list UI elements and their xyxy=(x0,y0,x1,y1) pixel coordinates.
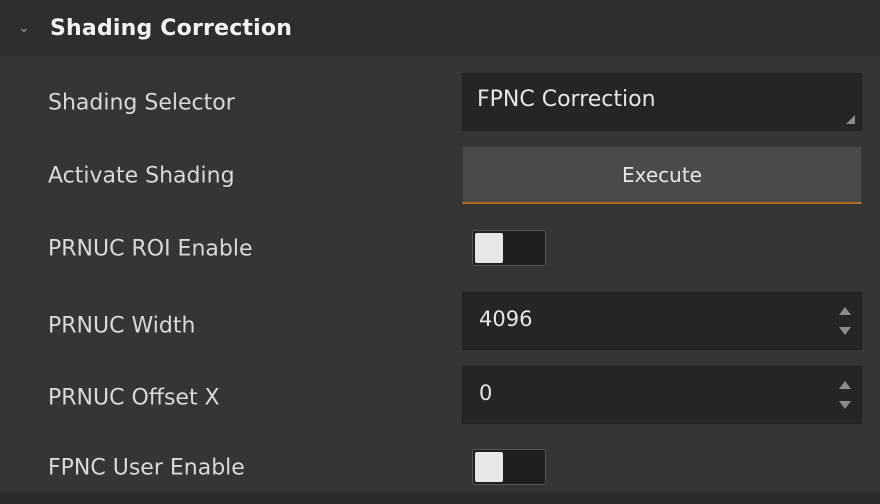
spin-up-icon[interactable] xyxy=(839,381,851,389)
activate-shading-label: Activate Shading xyxy=(48,163,235,188)
row-fpnc-user-enable: FPNC User Enable xyxy=(0,431,880,504)
toggle-knob xyxy=(475,452,503,482)
prnuc-offset-x-value: 0 xyxy=(479,381,493,405)
fpnc-user-enable-toggle[interactable] xyxy=(472,449,546,485)
spin-down-icon[interactable] xyxy=(839,401,851,409)
prnuc-width-input[interactable]: 4096 xyxy=(462,292,862,350)
prnuc-roi-enable-toggle[interactable] xyxy=(472,230,546,266)
execute-button[interactable]: Execute xyxy=(462,146,862,204)
shading-correction-panel: ⌄ Shading Correction Shading Selector FP… xyxy=(0,0,880,493)
toggle-knob xyxy=(475,233,503,263)
section-title: Shading Correction xyxy=(50,15,293,41)
prnuc-width-value: 4096 xyxy=(479,307,533,331)
section-header[interactable]: ⌄ Shading Correction xyxy=(0,0,880,56)
shading-selector-value: FPNC Correction xyxy=(477,87,656,112)
fpnc-user-enable-label: FPNC User Enable xyxy=(48,455,245,480)
prnuc-roi-enable-label: PRNUC ROI Enable xyxy=(48,236,253,261)
spin-up-icon[interactable] xyxy=(839,307,851,315)
prnuc-width-label: PRNUC Width xyxy=(48,313,196,338)
prnuc-offset-x-label: PRNUC Offset X xyxy=(48,385,220,410)
shading-selector-dropdown[interactable]: FPNC Correction xyxy=(462,73,862,131)
dropdown-corner-icon xyxy=(846,115,855,124)
chevron-down-icon[interactable]: ⌄ xyxy=(18,20,40,36)
prnuc-offset-x-input[interactable]: 0 xyxy=(462,366,862,424)
spin-down-icon[interactable] xyxy=(839,327,851,335)
shading-selector-label: Shading Selector xyxy=(48,90,235,115)
row-prnuc-roi-enable: PRNUC ROI Enable xyxy=(0,212,880,285)
